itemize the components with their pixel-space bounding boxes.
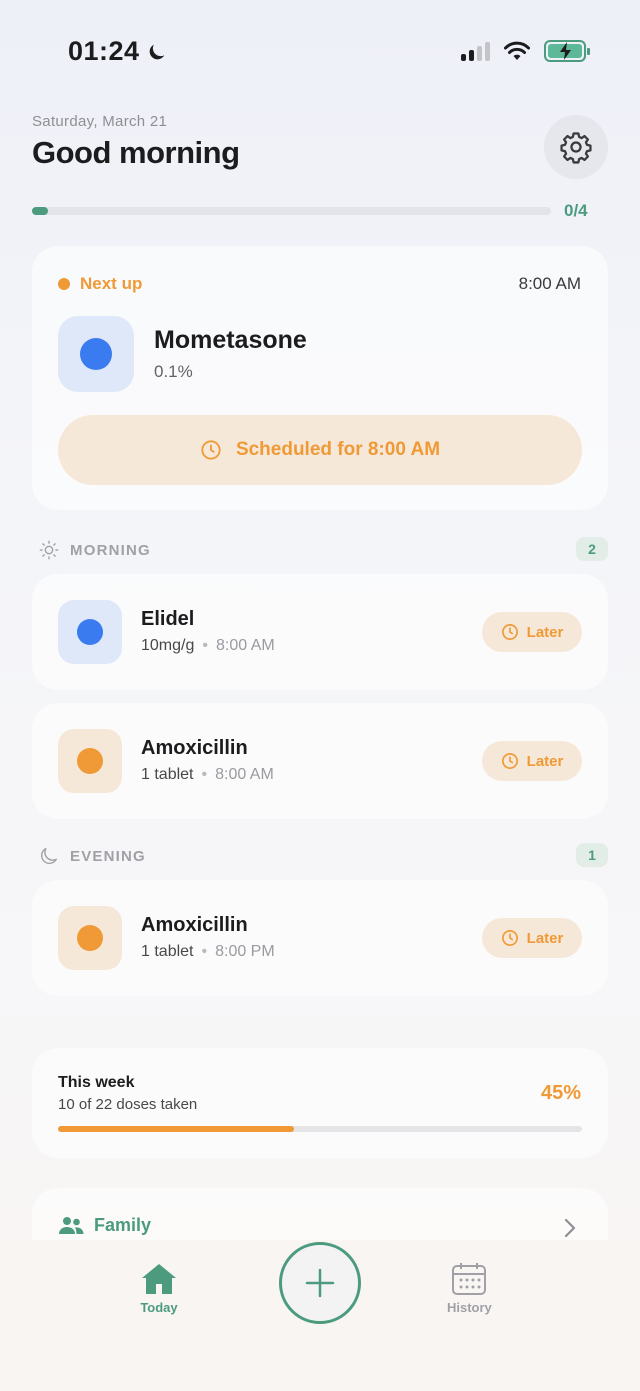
- morning-section-header: MORNING: [38, 539, 151, 561]
- current-date: Saturday, March 21: [32, 113, 168, 130]
- med-time: 8:00 PM: [215, 943, 275, 960]
- med-time: 8:00 AM: [215, 637, 275, 654]
- clock-icon: [201, 440, 221, 460]
- med-details: 1 tablet • 8:00 AM: [141, 766, 274, 784]
- morning-section-title: MORNING: [70, 541, 151, 559]
- daily-progress-label: 0/4: [564, 201, 588, 220]
- status-bar: 01:24: [0, 0, 640, 100]
- week-progress-fill: [58, 1126, 294, 1132]
- people-icon: [59, 1216, 84, 1234]
- bottom-tab-bar: Today History: [0, 1240, 640, 1391]
- week-progress-bar: [58, 1126, 582, 1132]
- later-button[interactable]: Later: [482, 918, 582, 958]
- med-dose: 1 tablet: [141, 943, 194, 960]
- med-row-amoxicillin-morning[interactable]: Amoxicillin 1 tablet • 8:00 AM Later: [32, 703, 608, 819]
- battery-icon: [544, 40, 590, 62]
- week-percent: 45%: [540, 1082, 581, 1104]
- separator-dot: •: [201, 943, 208, 960]
- moon-icon: [40, 847, 58, 865]
- separator-dot: •: [202, 637, 208, 654]
- later-button[interactable]: Later: [482, 612, 582, 652]
- weekly-summary-card[interactable]: This week 10 of 22 doses taken 45%: [32, 1048, 608, 1158]
- clock-icon: [501, 624, 518, 640]
- med-row-amoxicillin-evening[interactable]: Amoxicillin 1 tablet • 8:00 PM Later: [32, 880, 608, 996]
- family-header: Family: [58, 1215, 151, 1236]
- scheduled-label: Scheduled for 8:00 AM: [235, 439, 441, 460]
- next-up-dot-icon: [58, 278, 70, 290]
- evening-section-header: EVENING: [38, 845, 146, 867]
- focus-moon-icon: [149, 44, 164, 59]
- sun-icon: [39, 540, 59, 560]
- med-row-elidel[interactable]: Elidel 10mg/g • 8:00 AM Later: [32, 574, 608, 690]
- next-med-name: Mometasone: [154, 326, 307, 354]
- next-up-header: Next up: [58, 274, 142, 294]
- morning-count-badge: 2: [576, 537, 608, 561]
- separator-dot: •: [201, 766, 208, 783]
- next-up-label: Next up: [80, 274, 143, 293]
- later-label: Later: [526, 623, 564, 641]
- later-button[interactable]: Later: [482, 741, 582, 781]
- add-medication-button[interactable]: [279, 1242, 361, 1324]
- home-icon: [142, 1264, 176, 1294]
- med-dose: 1 tablet: [141, 766, 194, 783]
- clock-icon: [501, 930, 518, 946]
- scheduled-button[interactable]: Scheduled for 8:00 AM: [58, 415, 582, 485]
- med-dose: 10mg/g: [141, 637, 195, 654]
- status-time: 01:24: [68, 36, 168, 67]
- wifi-icon: [504, 41, 530, 60]
- tab-history-label: History: [447, 1300, 492, 1315]
- page-title: Good morning: [32, 135, 240, 170]
- medication-pill-icon: [58, 600, 122, 664]
- evening-count-badge: 1: [576, 843, 608, 867]
- med-name: Amoxicillin: [141, 914, 248, 936]
- tab-today[interactable]: Today: [140, 1262, 178, 1315]
- week-subtitle: 10 of 22 doses taken: [58, 1096, 198, 1113]
- next-up-time: 8:00 AM: [518, 274, 581, 293]
- med-time: 8:00 AM: [215, 766, 274, 783]
- cellular-signal-icon: [461, 41, 490, 61]
- medication-pill-icon: [58, 906, 122, 970]
- status-indicators: [461, 40, 590, 62]
- family-label: Family: [94, 1215, 152, 1235]
- settings-button[interactable]: [544, 115, 608, 179]
- calendar-icon: [452, 1263, 487, 1295]
- plus-icon: [305, 1268, 335, 1298]
- chevron-right-icon: [564, 1218, 576, 1238]
- status-time-text: 01:24: [68, 36, 140, 66]
- gear-icon: [560, 132, 592, 164]
- tab-today-label: Today: [140, 1300, 178, 1315]
- next-med-dose: 0.1%: [154, 362, 193, 381]
- medication-pill-icon: [58, 316, 134, 392]
- med-name: Elidel: [141, 608, 195, 630]
- clock-icon: [501, 753, 518, 769]
- med-details: 10mg/g • 8:00 AM: [141, 637, 275, 655]
- week-title: This week: [58, 1074, 135, 1091]
- medication-pill-icon: [58, 729, 122, 793]
- later-label: Later: [526, 752, 564, 770]
- daily-progress-fill: [32, 207, 48, 215]
- next-up-card[interactable]: Next up 8:00 AM Mometasone 0.1% Schedule…: [32, 246, 608, 510]
- evening-section-title: EVENING: [70, 847, 146, 865]
- charging-bolt-icon: [560, 42, 571, 60]
- tab-history[interactable]: History: [447, 1262, 492, 1315]
- med-name: Amoxicillin: [141, 737, 248, 759]
- med-details: 1 tablet • 8:00 PM: [141, 943, 275, 961]
- daily-progress-bar: [32, 207, 551, 215]
- later-label: Later: [526, 929, 564, 947]
